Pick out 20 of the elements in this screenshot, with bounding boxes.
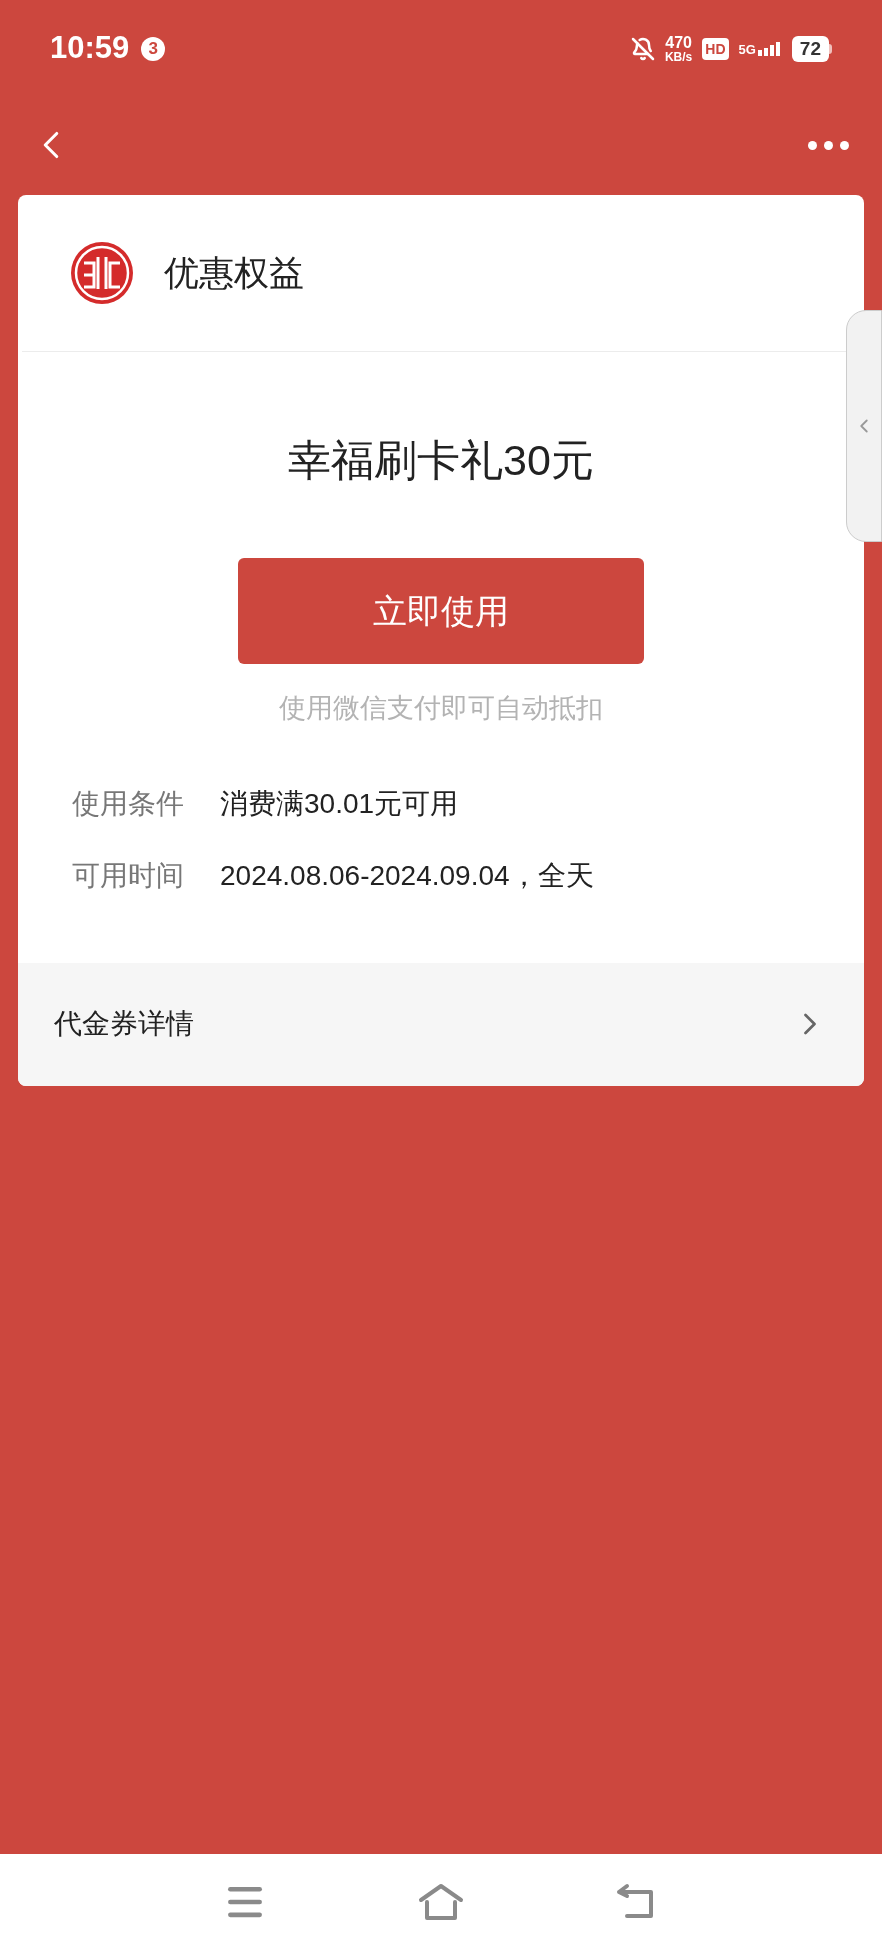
- status-time: 10:59: [50, 29, 130, 68]
- notification-badge: 3: [141, 36, 166, 61]
- bank-logo-icon: [70, 241, 134, 305]
- header-title: 优惠权益: [164, 251, 304, 294]
- signal-icon: [757, 41, 782, 56]
- battery-indicator: 72: [791, 35, 832, 62]
- hd-indicator: HD: [702, 37, 729, 60]
- coupon-details-row[interactable]: 代金券详情: [18, 962, 864, 1086]
- use-now-button[interactable]: 立即使用: [238, 558, 644, 664]
- info-value: 2024.08.06-2024.09.04，全天: [220, 858, 594, 893]
- info-label: 可用时间: [72, 858, 184, 893]
- network-speed: 470: [665, 34, 692, 51]
- home-button[interactable]: [417, 1881, 465, 1922]
- info-label: 使用条件: [72, 786, 184, 821]
- network-type: 5G: [738, 42, 756, 56]
- info-value: 消费满30.01元可用: [220, 786, 459, 821]
- network-speed-unit: KB/s: [664, 50, 693, 63]
- hint-text: 使用微信支付即可自动抵扣: [279, 692, 603, 725]
- coupon-title: 幸福刷卡礼30元: [288, 439, 594, 482]
- muted-bell-icon: [630, 36, 655, 61]
